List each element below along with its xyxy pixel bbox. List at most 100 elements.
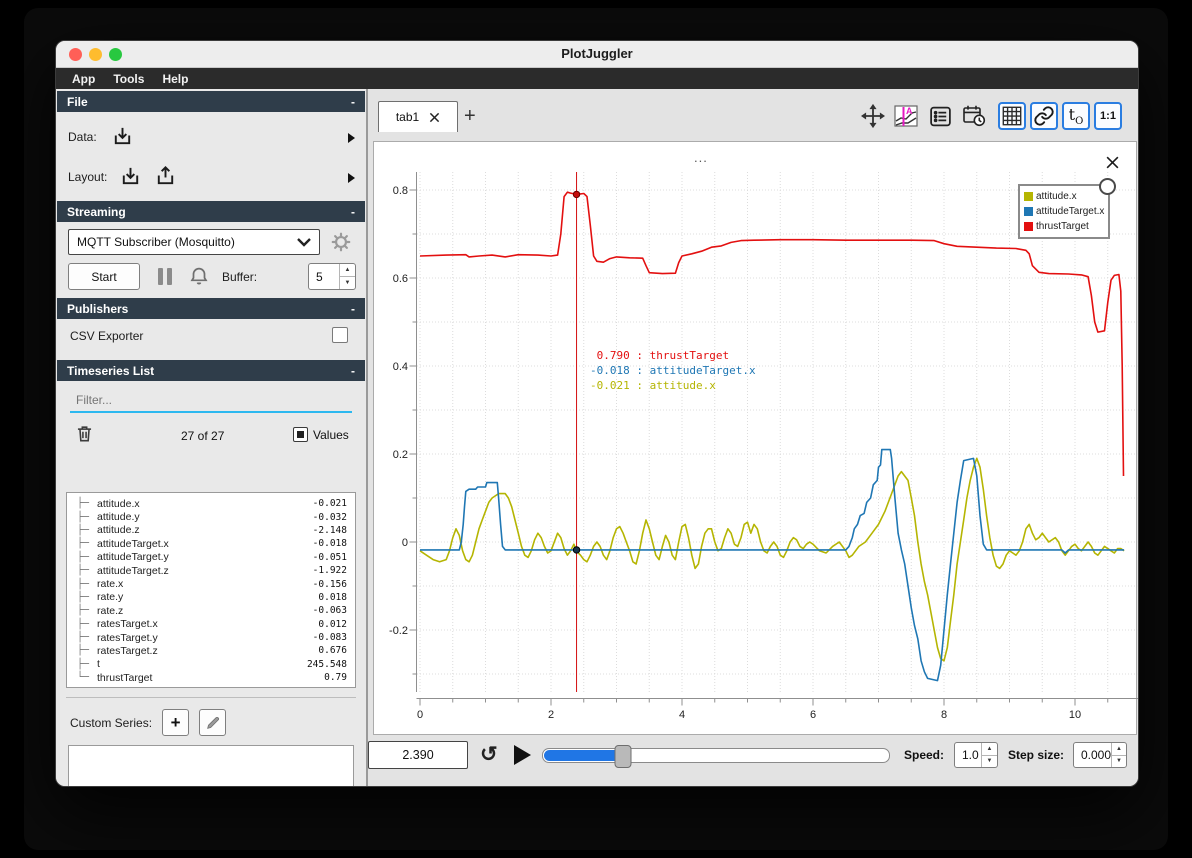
legend-label: attitudeTarget.x bbox=[1036, 206, 1105, 217]
list-item[interactable]: ├─ ratesTarget.y -0.083 bbox=[71, 631, 351, 644]
series-name[interactable]: attitudeTarget.y bbox=[97, 551, 313, 563]
list-item[interactable]: ├─ ratesTarget.x 0.012 bbox=[71, 618, 351, 631]
list-item[interactable]: ├─ rate.y 0.018 bbox=[71, 591, 351, 604]
timeseries-collapse-button[interactable]: - bbox=[351, 364, 355, 378]
series-name[interactable]: t bbox=[97, 658, 307, 670]
filter-input[interactable] bbox=[70, 389, 352, 413]
streaming-settings-gear-icon[interactable] bbox=[330, 231, 352, 253]
list-item[interactable]: └─ thrustTarget 0.79 bbox=[71, 671, 351, 684]
loop-icon[interactable]: ↺ bbox=[480, 742, 498, 767]
step-down-icon[interactable]: ▼ bbox=[1112, 756, 1126, 768]
buffer-spinbox[interactable]: 5 ▲ ▼ bbox=[308, 263, 356, 290]
buffer-up-icon[interactable]: ▲ bbox=[340, 264, 355, 277]
series-name[interactable]: thrustTarget bbox=[97, 672, 324, 684]
notifications-bell-icon[interactable] bbox=[188, 265, 210, 287]
file-collapse-button[interactable]: - bbox=[351, 95, 355, 109]
timeseries-section-header[interactable]: Timeseries List - bbox=[57, 360, 365, 381]
tab-tab1[interactable]: tab1 bbox=[378, 101, 458, 132]
series-name[interactable]: attitudeTarget.x bbox=[97, 538, 313, 550]
series-name[interactable]: attitude.z bbox=[97, 524, 313, 536]
csv-exporter-checkbox[interactable] bbox=[332, 327, 348, 343]
layout-row: Layout: bbox=[68, 165, 177, 188]
menu-tools[interactable]: Tools bbox=[105, 70, 152, 88]
speed-spinbox[interactable]: 1.0 ▲ ▼ bbox=[954, 742, 998, 768]
list-item[interactable]: ├─ attitudeTarget.y -0.051 bbox=[71, 551, 351, 564]
step-size-spinbox[interactable]: 0.000 ▲ ▼ bbox=[1073, 742, 1127, 768]
delete-series-trash-icon[interactable] bbox=[74, 423, 95, 444]
streaming-section-header[interactable]: Streaming - bbox=[57, 201, 365, 222]
streaming-collapse-button[interactable]: - bbox=[351, 205, 355, 219]
tree-branch: ├─ bbox=[77, 632, 90, 644]
plot-close-button[interactable] bbox=[1102, 152, 1122, 172]
series-name[interactable]: ratesTarget.z bbox=[97, 645, 318, 657]
save-layout-icon[interactable] bbox=[154, 165, 177, 188]
speed-down-icon[interactable]: ▼ bbox=[982, 756, 997, 768]
edit-custom-series-button[interactable] bbox=[199, 709, 227, 736]
custom-series-list[interactable] bbox=[68, 745, 354, 786]
list-item[interactable]: ├─ rate.z -0.063 bbox=[71, 604, 351, 617]
tracker-readout: 0.790 : thrustTarget -0.018 : attitudeTar… bbox=[590, 348, 756, 393]
list-item[interactable]: ├─ attitudeTarget.z -1.922 bbox=[71, 564, 351, 577]
series-name[interactable]: attitude.x bbox=[97, 498, 313, 510]
menu-help[interactable]: Help bbox=[154, 70, 196, 88]
slider-handle[interactable] bbox=[614, 745, 632, 768]
speed-up-icon[interactable]: ▲ bbox=[982, 743, 997, 756]
series-name[interactable]: rate.z bbox=[97, 605, 313, 617]
series-value: -0.032 bbox=[312, 511, 347, 523]
add-custom-series-button[interactable]: + bbox=[162, 709, 190, 736]
start-button[interactable]: Start bbox=[68, 263, 140, 290]
buffer-down-icon[interactable]: ▼ bbox=[340, 277, 355, 289]
series-name[interactable]: ratesTarget.x bbox=[97, 618, 318, 630]
values-checkbox[interactable] bbox=[293, 427, 308, 442]
values-label: Values bbox=[313, 427, 349, 442]
series-name[interactable]: ratesTarget.y bbox=[97, 632, 313, 644]
publishers-section-header[interactable]: Publishers - bbox=[57, 298, 365, 319]
layout-expand-arrow[interactable] bbox=[348, 173, 355, 183]
legend-item[interactable]: attitude.x bbox=[1024, 189, 1104, 204]
series-count: 27 of 27 bbox=[181, 429, 225, 443]
tab-close-icon[interactable] bbox=[429, 112, 440, 123]
streaming-source-select[interactable]: MQTT Subscriber (Mosquitto) bbox=[68, 229, 320, 255]
series-name[interactable]: attitude.y bbox=[97, 511, 313, 523]
curve-list-button[interactable] bbox=[926, 102, 954, 130]
series-value: -0.083 bbox=[312, 632, 347, 644]
values-toggle[interactable]: Values bbox=[293, 427, 349, 442]
plot-legend[interactable]: attitude.x attitudeTarget.x thrustTarget bbox=[1018, 178, 1116, 239]
plot-title-dots[interactable]: ... bbox=[694, 150, 708, 165]
series-name[interactable]: attitudeTarget.z bbox=[97, 565, 313, 577]
list-item[interactable]: ├─ ratesTarget.z 0.676 bbox=[71, 644, 351, 657]
file-section-header[interactable]: File - bbox=[57, 91, 365, 112]
list-item[interactable]: ├─ attitudeTarget.x -0.018 bbox=[71, 537, 351, 550]
load-data-icon[interactable] bbox=[111, 125, 134, 148]
play-icon[interactable] bbox=[514, 745, 531, 765]
list-item[interactable]: ├─ t 245.548 bbox=[71, 658, 351, 671]
tracker-style-button[interactable]: A bbox=[892, 102, 920, 130]
current-time-box[interactable]: 2.390 bbox=[368, 741, 468, 769]
step-up-icon[interactable]: ▲ bbox=[1112, 743, 1126, 756]
timeline-slider[interactable] bbox=[542, 745, 890, 768]
datetime-button[interactable] bbox=[960, 102, 988, 130]
time-offset-button[interactable]: tO bbox=[1062, 102, 1090, 130]
list-item[interactable]: ├─ attitude.z -2.148 bbox=[71, 524, 351, 537]
list-item[interactable]: ├─ attitude.y -0.032 bbox=[71, 510, 351, 523]
ratio-button[interactable]: 1:1 bbox=[1094, 102, 1122, 130]
load-layout-icon[interactable] bbox=[119, 165, 142, 188]
legend-item[interactable]: thrustTarget bbox=[1024, 219, 1104, 234]
new-tab-button[interactable]: + bbox=[464, 105, 476, 128]
list-item[interactable]: ├─ attitude.x -0.021 bbox=[71, 497, 351, 510]
legend-handle[interactable] bbox=[1099, 178, 1116, 195]
pan-zoom-button[interactable] bbox=[859, 102, 887, 130]
pause-icon[interactable] bbox=[158, 268, 172, 285]
link-ranges-button[interactable] bbox=[1030, 102, 1058, 130]
data-expand-arrow[interactable] bbox=[348, 133, 355, 143]
svg-text:4: 4 bbox=[679, 709, 685, 721]
series-name[interactable]: rate.y bbox=[97, 591, 318, 603]
series-value: -0.063 bbox=[312, 605, 347, 617]
menu-app[interactable]: App bbox=[64, 70, 103, 88]
grid-layout-button[interactable] bbox=[998, 102, 1026, 130]
list-item[interactable]: ├─ rate.x -0.156 bbox=[71, 577, 351, 590]
legend-item[interactable]: attitudeTarget.x bbox=[1024, 204, 1104, 219]
series-name[interactable]: rate.x bbox=[97, 578, 313, 590]
publishers-collapse-button[interactable]: - bbox=[351, 302, 355, 316]
plot-canvas[interactable]: 0 2 4 6 8 10 0.8 0.6 0.4 0.2 0 -0.2 bbox=[379, 172, 1139, 724]
